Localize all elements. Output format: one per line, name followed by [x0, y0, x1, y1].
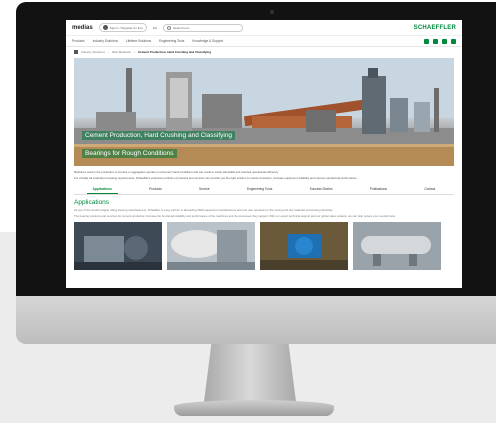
motor-image	[260, 222, 348, 270]
applications-text: As one of the world's largest rolling be…	[74, 208, 334, 212]
intro-paragraph: Machines used in the production of cemen…	[74, 170, 279, 174]
camera-icon	[270, 10, 274, 14]
application-card[interactable]	[167, 222, 255, 270]
monitor: medias Sign in / Register for free EN Se…	[16, 2, 496, 344]
breadcrumb-item[interactable]: Industry Solutions	[81, 50, 105, 54]
application-card[interactable]	[74, 222, 162, 270]
screen: medias Sign in / Register for free EN Se…	[66, 20, 462, 288]
monitor-stand	[204, 344, 296, 402]
breadcrumb-item[interactable]: Raw Materials	[112, 50, 131, 54]
applications-heading: Applications	[74, 199, 110, 206]
tab-engineering-tools[interactable]: Engineering Tools	[241, 185, 278, 194]
tab-publications[interactable]: Publications	[364, 185, 393, 194]
search-placeholder: Search term	[173, 25, 190, 30]
applications-text: The bearing solutions and services for c…	[74, 214, 396, 218]
medias-logo[interactable]: medias	[72, 25, 93, 31]
nav-item-knowledge-support[interactable]: Knowledge & Support	[192, 39, 223, 43]
schaeffler-logo[interactable]: SCHAEFFLER	[414, 25, 456, 31]
monitor-bezel: medias Sign in / Register for free EN Se…	[16, 2, 496, 296]
search-icon	[167, 25, 172, 30]
nav-item-products[interactable]: Products	[72, 39, 85, 43]
main-nav: Products Industry Solutions Lifetime Sol…	[66, 36, 462, 47]
intro-paragraph: For virtually all material processing re…	[74, 176, 358, 180]
tab-applications[interactable]: Applications	[86, 185, 118, 194]
top-bar: medias Sign in / Register for free EN Se…	[66, 20, 462, 36]
document-icon[interactable]	[442, 38, 447, 44]
nav-item-lifetime-solutions[interactable]: Lifetime Solutions	[126, 39, 151, 43]
home-icon[interactable]	[74, 49, 78, 54]
hero-title-line2: Bearings for Rough Conditions	[82, 149, 177, 158]
language-select[interactable]: EN	[153, 26, 157, 30]
mill-image	[167, 222, 255, 270]
hero-banner: Cement Production, Hard Crushing and Cla…	[74, 58, 454, 166]
nav-item-industry-solutions[interactable]: Industry Solutions	[93, 39, 118, 43]
hero-title-line1: Cement Production, Hard Crushing and Cla…	[82, 131, 236, 140]
user-icon[interactable]	[424, 38, 429, 44]
section-tabs: Applications Products Service Engineerin…	[74, 185, 454, 195]
monitor-chin	[16, 296, 496, 344]
breadcrumb: Industry Solutions › Raw Materials › Cem…	[66, 47, 462, 56]
user-icon	[102, 25, 108, 30]
tab-contact[interactable]: Contact	[418, 185, 441, 194]
user-menu[interactable]: Sign in / Register for free	[98, 23, 147, 32]
search-input[interactable]: Search term	[163, 23, 244, 32]
crusher-image	[74, 222, 162, 270]
application-card[interactable]	[353, 222, 441, 270]
breadcrumb-separator: ›	[107, 49, 109, 54]
nav-item-engineering-tools[interactable]: Engineering Tools	[159, 39, 184, 43]
user-menu-label: Sign in / Register for free	[109, 25, 143, 30]
breadcrumb-current: Cement Production, Hard Crushing and Cla…	[137, 49, 212, 54]
breadcrumb-separator: ›	[133, 49, 135, 54]
nav-icons	[424, 38, 456, 44]
tab-success-stories[interactable]: Success Stories	[304, 185, 339, 194]
monitor-stand-base	[174, 400, 334, 416]
cart-icon[interactable]	[451, 38, 456, 44]
kiln-image	[353, 222, 441, 270]
tab-service[interactable]: Service	[193, 185, 216, 194]
heart-icon[interactable]	[433, 38, 438, 44]
application-thumbnails	[74, 222, 454, 270]
tab-products[interactable]: Products	[143, 185, 168, 194]
hero-title: Cement Production, Hard Crushing and Cla…	[82, 124, 242, 160]
intro-text: Machines used in the production of cemen…	[66, 166, 462, 180]
application-card[interactable]	[260, 222, 348, 270]
